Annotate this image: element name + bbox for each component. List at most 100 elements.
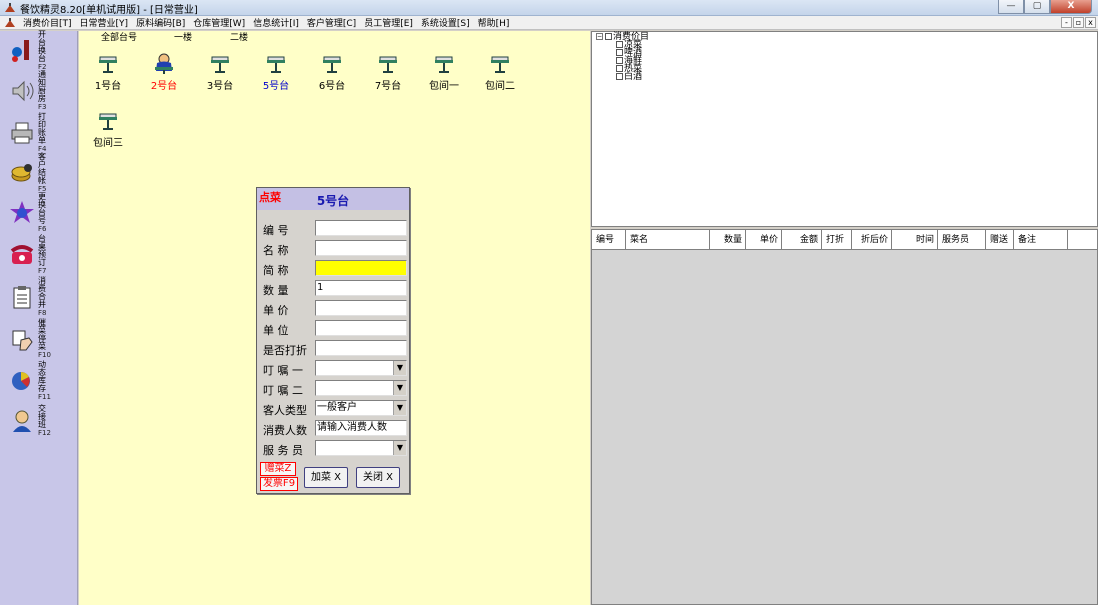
printer-icon (8, 119, 36, 147)
column-header-name[interactable]: 菜名 (626, 230, 710, 250)
open-table-button[interactable]: 开台换台 F2 (8, 30, 74, 71)
close-dialog-button[interactable]: 关闭 X (356, 467, 400, 488)
tree-item-label: 白酒 (624, 72, 643, 82)
open-table-label: 开台换台 (38, 30, 46, 63)
mdi-restore-button[interactable]: ▫ (1073, 17, 1084, 28)
invoice-button[interactable]: 发票F9 (260, 477, 298, 491)
tab-floor-2[interactable]: 二楼 (219, 31, 259, 45)
inventory-button[interactable]: 动态库存 F11 (8, 361, 74, 401)
column-header-amount[interactable]: 金额 (782, 230, 822, 250)
mdi-close-button[interactable]: x (1085, 17, 1096, 28)
table-item[interactable]: 7号台 (365, 49, 411, 92)
rush-stop-button[interactable]: 催菜停菜 F10 (8, 319, 74, 359)
code-input[interactable] (315, 220, 407, 236)
menu-item-settings[interactable]: 系统设置[S] (417, 16, 474, 29)
gift-dish-button[interactable]: 赠菜Z (260, 462, 296, 476)
column-header-gift[interactable]: 赠送 (986, 230, 1014, 250)
notify-kitchen-button[interactable]: 通知厨房 F3 (8, 71, 74, 111)
table-item[interactable]: 2号台 (141, 49, 187, 92)
tab-floor-1[interactable]: 一楼 (163, 31, 203, 45)
clipboard-icon (8, 283, 36, 311)
column-header-price[interactable]: 单价 (746, 230, 782, 250)
unit-input[interactable] (315, 320, 407, 336)
menu-item-price[interactable]: 消费价目[T] (19, 16, 76, 29)
chevron-down-icon[interactable]: ▼ (393, 381, 406, 395)
mdi-minimize-button[interactable]: - (1061, 17, 1072, 28)
quantity-input[interactable]: 1 (315, 280, 407, 296)
menu-bar: 消费价目[T] 日常营业[Y] 原料编码[B] 仓库管理[W] 信息统计[I] … (0, 16, 1098, 30)
customer-type-select[interactable]: 一般客户 ▼ (315, 400, 407, 416)
name-input[interactable] (315, 240, 407, 256)
guests-row: 消费人数 请输入消费人数 (263, 420, 407, 437)
checkbox-icon[interactable] (605, 33, 612, 40)
discount-input[interactable] (315, 340, 407, 356)
unit-label: 单 位 (263, 324, 289, 337)
note1-select[interactable]: ▼ (315, 360, 407, 376)
tab-all-tables[interactable]: 全部台号 (97, 31, 141, 45)
price-input[interactable] (315, 300, 407, 316)
print-bill-button[interactable]: 打印账单 F4 (8, 113, 74, 153)
change-table-button[interactable]: 更换台号 F6 (8, 193, 74, 233)
waiter-select[interactable]: ▼ (315, 440, 407, 456)
merge-bill-button[interactable]: 消费合并 F8 (8, 277, 74, 317)
person-icon (8, 407, 36, 435)
close-button[interactable]: X (1050, 0, 1092, 14)
collapse-icon[interactable]: − (596, 33, 603, 40)
table-label: 2号台 (150, 81, 178, 92)
column-header-net-price[interactable]: 折后价 (852, 230, 892, 250)
column-header-quantity[interactable]: 数量 (710, 230, 746, 250)
table-item[interactable]: 5号台 (253, 49, 299, 92)
guests-input[interactable]: 请输入消费人数 (315, 420, 407, 436)
table-item[interactable]: 包间二 (477, 49, 523, 92)
checkbox-icon[interactable] (616, 65, 623, 72)
table-item[interactable]: 3号台 (197, 49, 243, 92)
menu-item-daily[interactable]: 日常营业[Y] (76, 16, 133, 29)
tree-item[interactable]: 白酒 (596, 72, 649, 82)
column-header-notes[interactable]: 备注 (1014, 230, 1068, 250)
window-title: 餐饮精灵8.20[单机试用版] - [日常营业] (20, 5, 198, 16)
menu-item-warehouse[interactable]: 仓库管理[W] (189, 16, 249, 29)
reserve-table-button[interactable]: 台桌预订 F7 (8, 235, 74, 275)
shift-change-button[interactable]: 交接班 F12 (8, 403, 74, 439)
menu-item-staff[interactable]: 员工管理[E] (360, 16, 417, 29)
column-header-waiter[interactable]: 服务员 (938, 230, 986, 250)
menu-item-stats[interactable]: 信息统计[I] (249, 16, 303, 29)
table-label: 7号台 (374, 81, 402, 92)
checkbox-icon[interactable] (616, 41, 623, 48)
change-table-key: F6 (38, 225, 47, 233)
table-item[interactable]: 6号台 (309, 49, 355, 92)
menu-item-customer[interactable]: 客户管理[C] (303, 16, 360, 29)
maximize-button[interactable]: ▢ (1024, 0, 1050, 14)
table-label: 包间一 (429, 81, 459, 92)
chevron-down-icon[interactable]: ▼ (393, 441, 406, 455)
minimize-button[interactable]: — (998, 0, 1024, 14)
checkout-button[interactable]: 客户结帐 F5 (8, 153, 74, 193)
inventory-key: F11 (38, 393, 51, 401)
chevron-down-icon[interactable]: ▼ (393, 361, 406, 375)
notify-kitchen-key: F3 (38, 103, 47, 111)
menu-item-material[interactable]: 原料编码[B] (132, 16, 189, 29)
customer-type-value: 一般客户 (317, 402, 357, 413)
menu-app-icon (5, 17, 15, 27)
checkbox-icon[interactable] (616, 73, 623, 80)
phone-icon (8, 241, 36, 269)
table-item[interactable]: 包间一 (421, 49, 467, 92)
abbr-input[interactable] (315, 260, 407, 276)
note2-label: 叮 嘱 二 (263, 384, 303, 397)
checkbox-icon[interactable] (616, 49, 623, 56)
column-header-discount[interactable]: 打折 (822, 230, 852, 250)
table-item[interactable]: 包间三 (85, 106, 131, 149)
menu-tree-panel: − 消费价目 凉菜 啤酒 海鲜 热菜 白酒 (591, 31, 1098, 227)
table-item[interactable]: 1号台 (85, 49, 131, 92)
chevron-down-icon[interactable]: ▼ (393, 401, 406, 415)
dialog-header: 点菜 5号台 (257, 188, 409, 210)
add-dish-button[interactable]: 加菜 X (304, 467, 348, 488)
checkbox-icon[interactable] (616, 57, 623, 64)
table-icon (99, 113, 117, 130)
note1-row: 叮 嘱 一 ▼ (263, 360, 407, 377)
note2-select[interactable]: ▼ (315, 380, 407, 396)
menu-item-help[interactable]: 帮助[H] (474, 16, 514, 29)
column-header-code[interactable]: 编号 (592, 230, 626, 250)
table-label: 包间二 (485, 81, 515, 92)
column-header-time[interactable]: 时间 (892, 230, 938, 250)
